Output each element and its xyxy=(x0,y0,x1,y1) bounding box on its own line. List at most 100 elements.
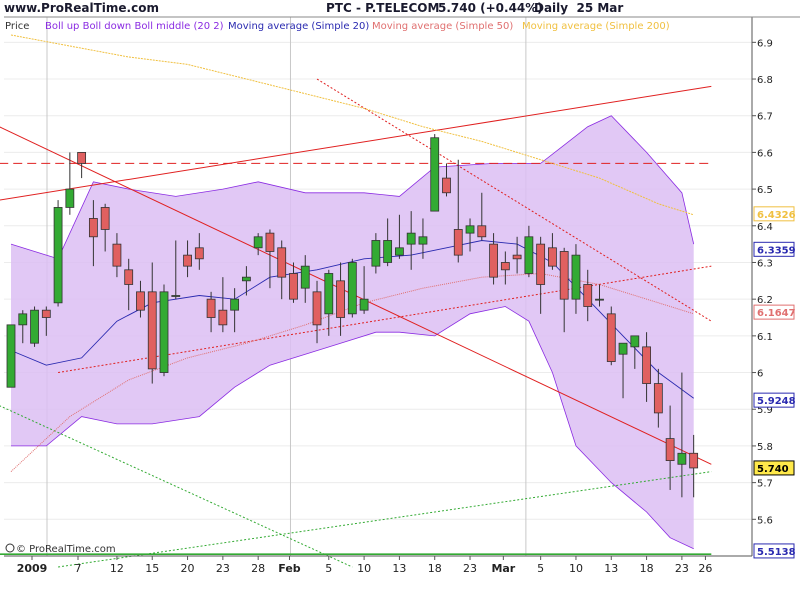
candle-body-up xyxy=(18,313,28,326)
legend-boll: Boll up Boll down Boll middle (20 2) xyxy=(45,21,224,32)
price-tick-label: 6.2 xyxy=(757,295,773,306)
price-label-4: 5.740 xyxy=(753,460,795,476)
date-label: 20 xyxy=(181,562,195,575)
date-label: 15 xyxy=(145,562,159,575)
date-label: 23 xyxy=(216,562,230,575)
candle-body-down xyxy=(512,254,522,260)
candle-body-up xyxy=(324,273,334,315)
date-label: 10 xyxy=(569,562,583,575)
candle-body-down xyxy=(500,262,510,271)
candle-0 xyxy=(6,324,16,388)
candle-29 xyxy=(347,258,357,318)
date-label: 18 xyxy=(428,562,442,575)
price-tick-label: 6.7 xyxy=(757,112,773,123)
candle-body-down xyxy=(265,232,275,252)
price-tick-label: 5.7 xyxy=(757,479,773,490)
date-label: 13 xyxy=(392,562,406,575)
price-label-text: 5.5138 xyxy=(757,547,796,558)
price-label-text: 6.4326 xyxy=(757,210,796,221)
candle-body-down xyxy=(112,243,122,267)
candle-body-down xyxy=(689,452,699,469)
candle-body-up xyxy=(300,265,310,289)
candle-body-up xyxy=(347,262,357,315)
candle-body-up xyxy=(571,254,581,300)
candle-body-up xyxy=(359,298,369,311)
price-tick-label: 6.6 xyxy=(757,148,773,159)
candle-body-down xyxy=(665,438,675,462)
candle-body-up xyxy=(65,188,75,208)
candle-body-down xyxy=(489,243,498,278)
date-label: 18 xyxy=(640,562,654,575)
candle-body-down xyxy=(147,291,157,370)
candle-body-up xyxy=(630,335,640,348)
price-label-text: 6.1647 xyxy=(757,308,796,319)
price-label-5: 5.5138 xyxy=(753,543,796,559)
date-label: 5 xyxy=(537,562,544,575)
candle-body-up xyxy=(6,324,16,388)
price-tick-label: 6.8 xyxy=(757,75,773,86)
candle-body-up xyxy=(30,309,39,344)
legend-ma20: Moving average (Simple 20) xyxy=(228,21,369,32)
candle-body-up xyxy=(677,452,687,465)
candle-13 xyxy=(159,284,169,377)
candle-body-down xyxy=(536,243,546,285)
candle-36 xyxy=(430,134,440,212)
candle-body-up xyxy=(524,236,534,274)
date-label: Feb xyxy=(278,562,301,575)
candle-body-down xyxy=(124,269,134,285)
price-tick-label: 5.6 xyxy=(757,515,773,526)
date-label: 7 xyxy=(75,562,82,575)
candle-body-up xyxy=(395,247,404,256)
candle-body-down xyxy=(548,247,557,267)
candle-body-up xyxy=(595,298,604,301)
candle-4 xyxy=(53,200,63,307)
date-label: Mar xyxy=(491,562,515,575)
candle-body-up xyxy=(159,291,169,373)
candle-body-down xyxy=(559,251,569,300)
candle-body-down xyxy=(88,218,98,238)
price-chart[interactable]: 5.65.75.85.966.16.26.36.46.56.66.76.86.9… xyxy=(0,0,800,600)
price-label-0: 6.4326 xyxy=(753,206,796,222)
date-label: 10 xyxy=(357,562,371,575)
price-label-2: 6.1647 xyxy=(753,304,796,320)
candle-body-up xyxy=(230,298,240,311)
candle-body-down xyxy=(606,313,616,362)
candle-2 xyxy=(30,306,39,347)
candle-body-up xyxy=(253,236,263,249)
candle-body-down xyxy=(653,383,663,414)
price-label-1: 6.3359 xyxy=(753,241,796,257)
candle-body-down xyxy=(194,247,204,260)
price-tick-label: 5.8 xyxy=(757,442,773,453)
candle-body-up xyxy=(618,342,628,355)
candle-body-down xyxy=(218,309,228,326)
legend-price: Price xyxy=(5,21,29,32)
date-label: 12 xyxy=(110,562,124,575)
candle-body-up xyxy=(383,240,393,263)
candle-body-down xyxy=(453,229,463,256)
date-label: 23 xyxy=(675,562,689,575)
price-tick-label: 6.4 xyxy=(757,222,773,233)
candle-51 xyxy=(606,306,616,366)
candle-body-down xyxy=(289,273,298,300)
copyright-watermark: © ProRealTime.com xyxy=(5,543,116,555)
copyright-text: © ProRealTime.com xyxy=(16,544,116,555)
legend: Price Boll up Boll down Boll middle (20 … xyxy=(5,21,670,32)
candle-body-down xyxy=(206,298,216,318)
legend-ma200: Moving average (Simple 200) xyxy=(522,21,670,32)
candle-body-down xyxy=(477,225,487,238)
candle-body-down xyxy=(41,309,51,318)
date-label: 2009 xyxy=(17,562,48,575)
price-tick-label: 6 xyxy=(757,369,763,380)
candle-body-up xyxy=(171,295,181,297)
candle-body-down xyxy=(336,280,345,318)
candle-body-down xyxy=(136,291,145,311)
price-label-3: 5.9248 xyxy=(753,392,796,408)
candle-body-down xyxy=(100,207,110,230)
price-tick-label: 6.9 xyxy=(757,38,773,49)
candle-body-down xyxy=(583,284,593,307)
candle-body-up xyxy=(53,207,63,304)
candle-body-down xyxy=(277,247,287,278)
date-label: 13 xyxy=(604,562,618,575)
price-tick-label: 6.5 xyxy=(757,185,773,196)
date-label: 23 xyxy=(463,562,477,575)
